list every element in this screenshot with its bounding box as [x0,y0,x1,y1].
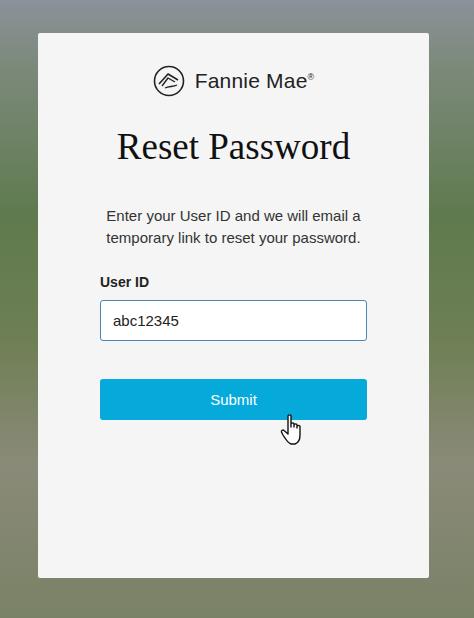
button-wrap: Submit [100,379,367,420]
hand-cursor-icon [280,413,306,447]
reset-card: Fannie Mae® Reset Password Enter your Us… [38,33,429,578]
submit-button[interactable]: Submit [100,379,367,420]
house-logo-icon [153,65,185,97]
user-id-input[interactable] [100,300,367,341]
user-id-label: User ID [100,273,367,291]
description: Enter your User ID and we will email a t… [86,205,381,249]
fannie-mae-logo: Fannie Mae® [100,64,367,97]
logo-text: Fannie Mae® [195,69,315,93]
reset-password-page: Fannie Mae® Reset Password Enter your Us… [0,0,474,618]
registered-mark: ® [308,72,315,82]
page-title: Reset Password [100,127,367,167]
